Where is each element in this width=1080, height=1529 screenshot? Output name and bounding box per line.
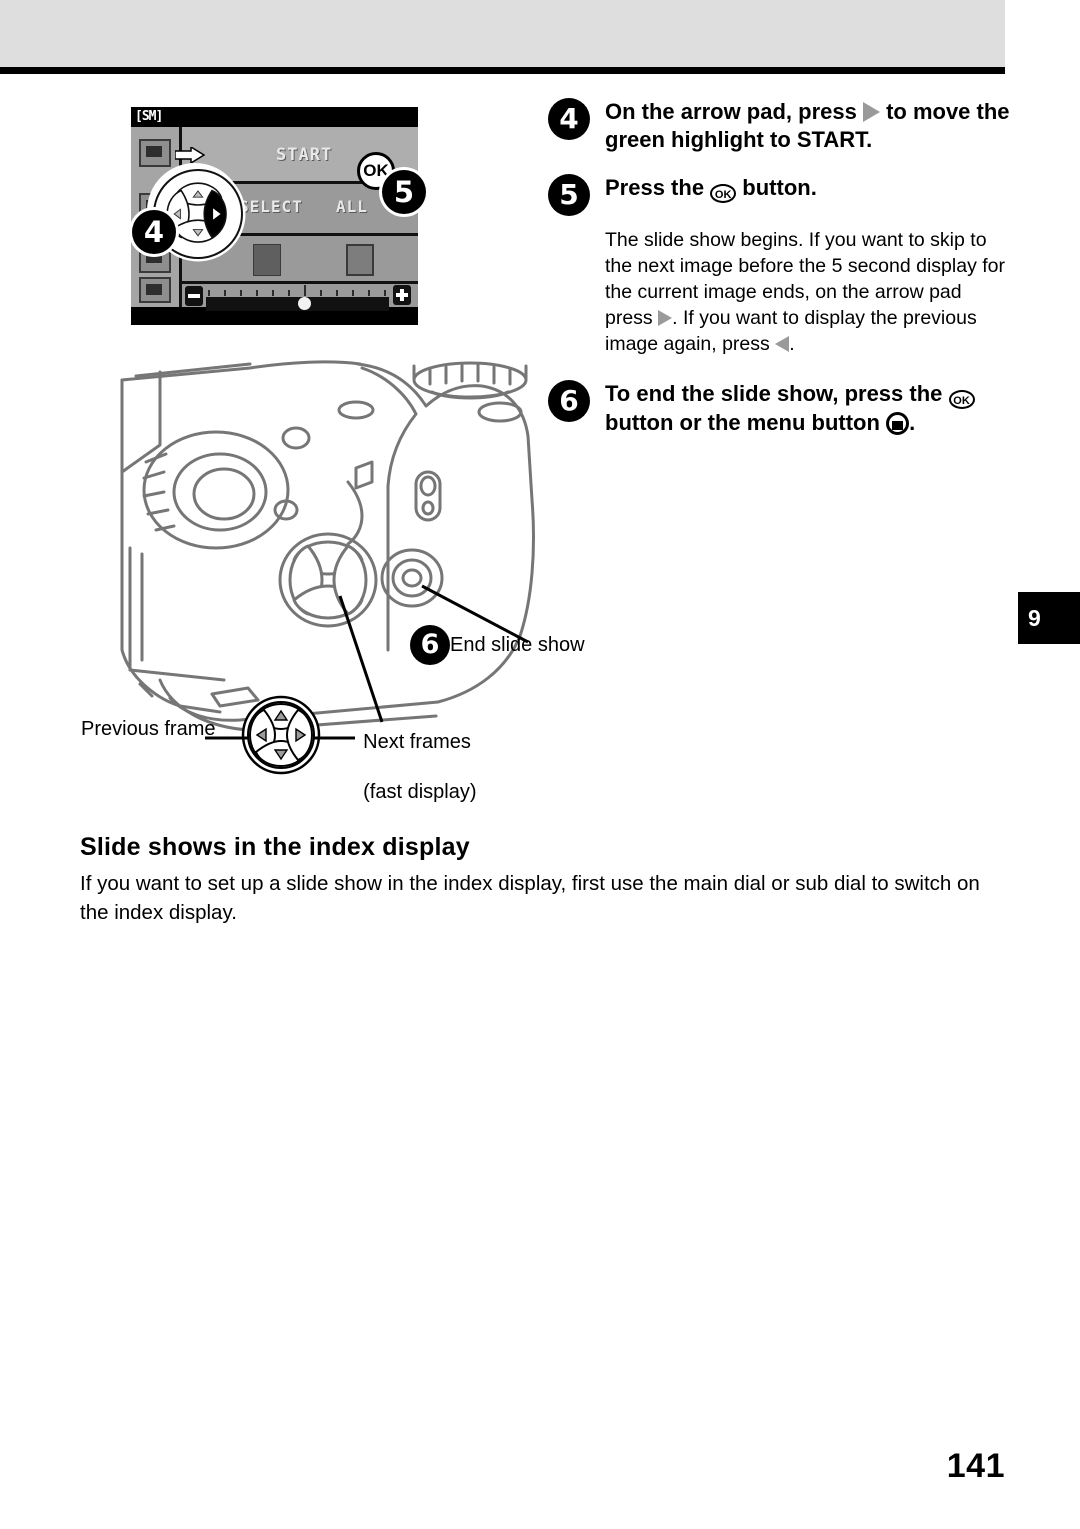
end-slide-show-label: End slide show — [450, 634, 585, 656]
callout-badge-6: 6 — [410, 625, 450, 665]
menu-button-icon — [886, 411, 910, 435]
callout-badge-6-label: 6 — [420, 629, 440, 660]
header-band — [0, 0, 1005, 67]
step-4-text-a: On the arrow pad, press — [605, 99, 863, 124]
lcd-plus-button — [393, 285, 411, 305]
next-frames-line-2: (fast display) — [363, 781, 477, 803]
lcd-pointer-arrow — [174, 145, 206, 165]
lcd-slider-knob — [298, 297, 311, 310]
page-number: 141 — [946, 1447, 1005, 1485]
lcd-minus-button — [185, 286, 203, 306]
step-4-bullet: 4 — [548, 98, 590, 140]
step-5-bullet: 5 — [548, 174, 590, 216]
ok-button-icon: OK — [948, 389, 975, 409]
step-6-text-c: . — [909, 409, 916, 435]
arrow-pad-leader-lines — [205, 728, 355, 748]
step-6-text-a: To end the slide show, press the — [605, 380, 949, 406]
ok-button-icon: OK — [710, 184, 737, 203]
triangle-right-icon — [862, 102, 880, 122]
triangle-left-icon — [775, 335, 790, 352]
lcd-brightness-icon — [139, 277, 171, 303]
callout-badge-ok-label: OK — [363, 161, 389, 180]
lcd-slideshow-icon — [139, 139, 171, 167]
next-frames-label: Next frames (fast display) — [352, 705, 477, 805]
lcd-all-label: ALL — [336, 197, 368, 216]
step-5-note: The slide show begins. If you want to sk… — [605, 228, 1005, 358]
callout-badge-4: 4 — [132, 210, 176, 254]
instruction-step-4: 4 On the arrow pad, press to move the gr… — [548, 98, 1018, 168]
lcd-title: [SM] — [135, 109, 163, 124]
step-5-text-b: button. — [736, 175, 817, 200]
previous-frame-label: Previous frame — [81, 718, 216, 740]
lcd-select-label: SELECT — [239, 197, 303, 216]
callout-badge-4-label: 4 — [143, 215, 165, 249]
lcd-slider-ticks — [208, 285, 388, 296]
section-body-text: If you want to set up a slide show in th… — [80, 871, 980, 924]
step-5-text: Press the OK button. — [605, 174, 1018, 203]
instruction-step-5: 5 Press the OK button. — [548, 174, 1018, 216]
triangle-right-icon — [658, 309, 673, 326]
lcd-single-thumb — [346, 244, 374, 276]
step-5-note-c: . — [789, 332, 795, 355]
step-5-text-a: Press the — [605, 175, 711, 200]
section-heading: Slide shows in the index display — [80, 832, 470, 861]
next-frames-line-1: Next frames — [363, 731, 471, 753]
chapter-tab: 9 — [1018, 592, 1080, 644]
step-4-text: On the arrow pad, press to move the gree… — [605, 98, 1018, 154]
lcd-flowers-thumb — [253, 244, 281, 276]
callout-badge-5-label: 5 — [393, 175, 415, 209]
lcd-start-label: START — [276, 145, 333, 165]
header-rule — [0, 67, 1005, 74]
callout-badge-5: 5 — [382, 170, 426, 214]
step-6-text: To end the slide show, press the OK butt… — [605, 380, 1018, 437]
step-6-text-b: button or the menu button — [605, 409, 887, 435]
chapter-tab-number: 9 — [1028, 605, 1041, 631]
